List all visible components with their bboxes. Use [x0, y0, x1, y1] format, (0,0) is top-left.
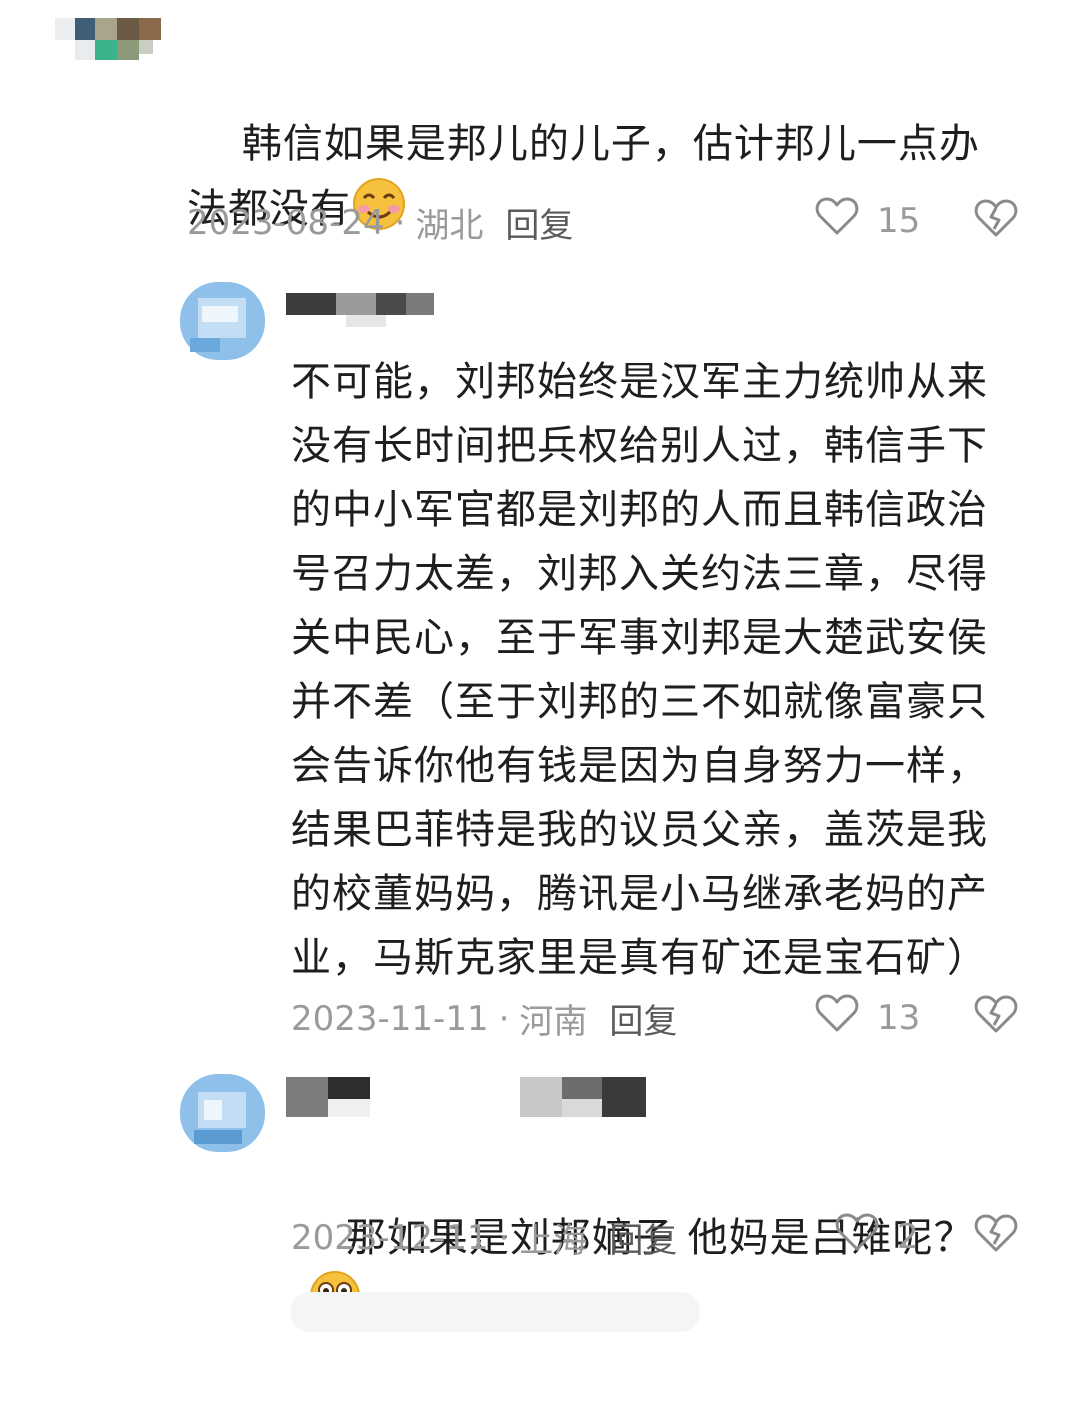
- comment-text: 韩信如果是邦儿的儿子，估计邦儿一点办法都没有: [187, 48, 1017, 315]
- dislike-button[interactable]: [974, 1213, 1018, 1257]
- comment-meta: 2023-11-11 · 河南 回复: [291, 994, 677, 1043]
- like-button[interactable]: 2: [835, 1212, 919, 1261]
- comment-date: 2023-08-24: [187, 202, 385, 243]
- broken-heart-icon: [974, 199, 1018, 242]
- reply-button[interactable]: 回复: [505, 198, 573, 247]
- like-count: 13: [877, 997, 921, 1038]
- avatar-pixelated[interactable]: [180, 282, 265, 360]
- comment-meta: 2023-08-24 · 湖北 回复: [187, 198, 573, 247]
- broken-heart-icon: [974, 995, 1018, 1038]
- broken-heart-icon: [974, 1214, 1018, 1257]
- comment-location: 上海: [519, 1221, 588, 1261]
- comment-location: 河南: [519, 1002, 588, 1042]
- avatar-pixelated[interactable]: [55, 18, 165, 62]
- dislike-button[interactable]: [974, 198, 1018, 242]
- separator-dot: ·: [498, 1217, 510, 1258]
- heart-outline-icon: [815, 196, 859, 245]
- heart-outline-icon: [835, 1212, 879, 1261]
- comment-meta: 2023-12-11 · 上海 回复: [291, 1213, 677, 1262]
- reply-button[interactable]: 回复: [609, 994, 677, 1043]
- like-count: 2: [897, 1216, 919, 1257]
- like-count: 15: [877, 200, 921, 241]
- username-pixelated[interactable]: [286, 293, 436, 327]
- expand-more-replies-pill[interactable]: [290, 1292, 700, 1332]
- comment-location: 湖北: [415, 206, 484, 246]
- comment-date: 2023-12-11: [291, 1217, 489, 1258]
- reply-button[interactable]: 回复: [609, 1213, 677, 1262]
- comment-text: 不可能，刘邦始终是汉军主力统帅从来没有长时间把兵权给别人过，韩信手下的中小军官都…: [291, 359, 988, 981]
- dislike-button[interactable]: [974, 994, 1018, 1038]
- avatar-pixelated[interactable]: [180, 1074, 265, 1152]
- like-button[interactable]: 13: [815, 993, 920, 1042]
- heart-outline-icon: [815, 993, 859, 1042]
- comment-date: 2023-11-11: [291, 998, 489, 1039]
- like-button[interactable]: 15: [815, 196, 920, 245]
- comment-text: 那如果是刘邦嫡子 他妈是吕雉呢？: [291, 1142, 1011, 1409]
- username-pixelated[interactable]: [286, 1077, 648, 1121]
- separator-dot: ·: [394, 202, 406, 243]
- separator-dot: ·: [498, 998, 510, 1039]
